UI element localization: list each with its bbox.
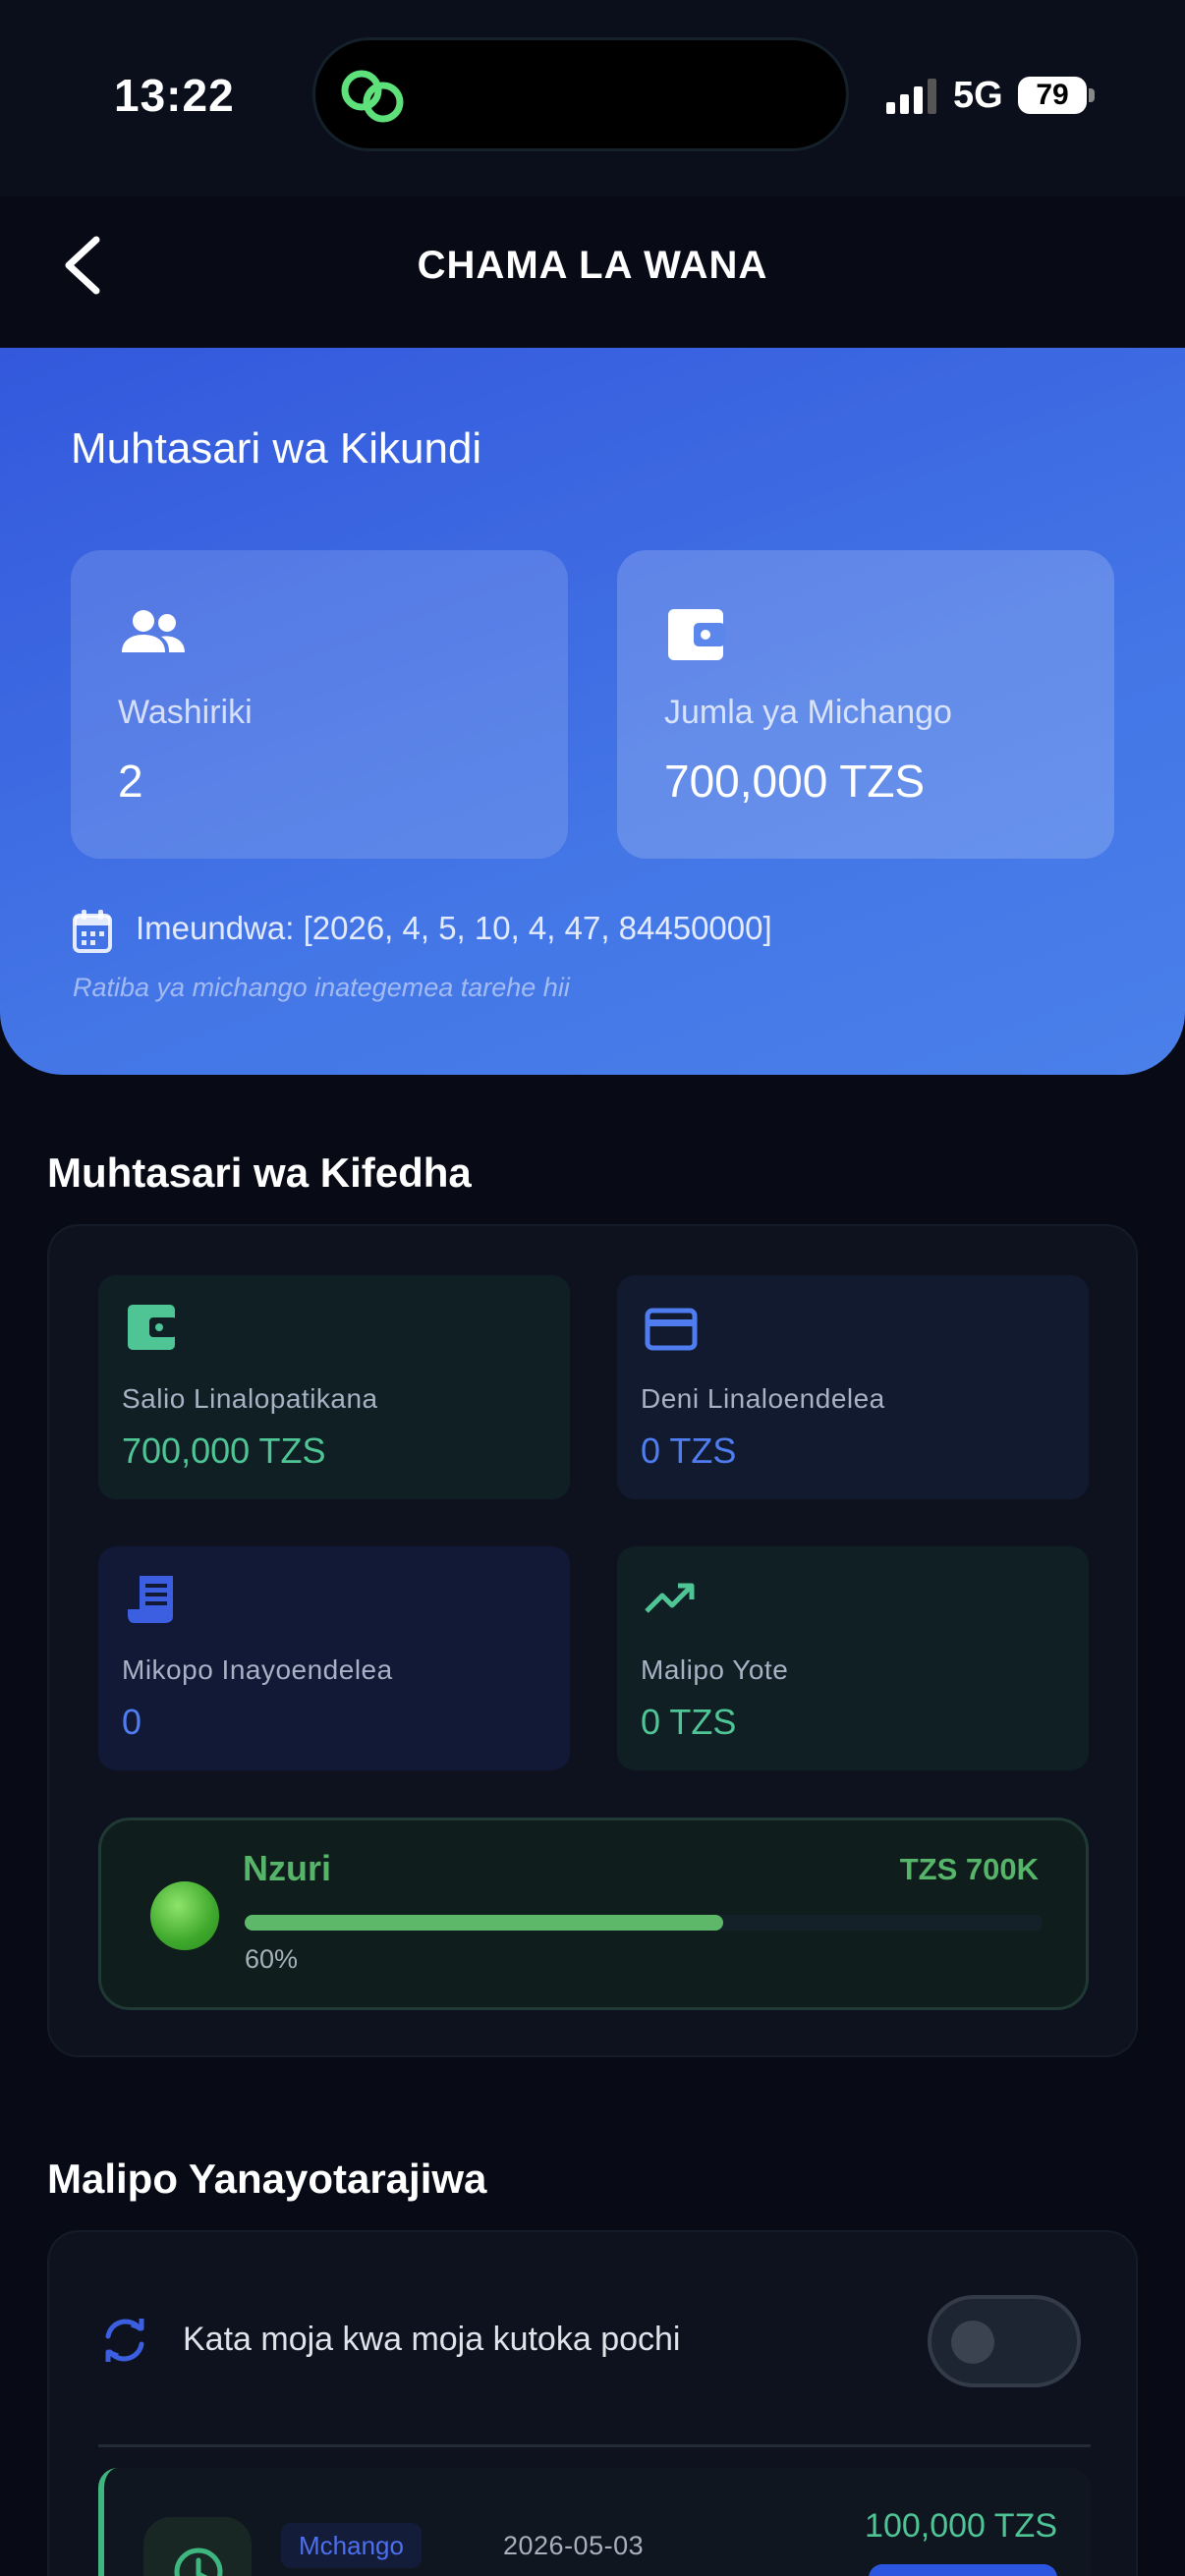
active-loans-tile: Mikopo Inayoendelea 0 — [98, 1546, 570, 1770]
page-title: CHAMA LA WANA — [417, 244, 768, 287]
payment-type-badge: Mchango — [281, 2523, 422, 2568]
clock-icon — [174, 2548, 223, 2576]
tile-value: 700,000 TZS — [122, 1430, 326, 1471]
network-type: 5G — [953, 75, 1003, 116]
total-payments-tile: Malipo Yote 0 TZS — [617, 1546, 1089, 1770]
group-summary-title: Muhtasari wa Kikundi — [71, 424, 482, 473]
battery-tip — [1089, 88, 1095, 102]
wallet-icon — [128, 1305, 177, 1350]
tile-value: 0 TZS — [641, 1430, 737, 1471]
trending-up-icon — [645, 1583, 695, 1613]
health-progress-bar — [245, 1915, 1043, 1931]
contributions-value: 700,000 TZS — [664, 756, 926, 807]
health-status: Nzuri — [243, 1848, 331, 1888]
divider — [98, 2444, 1091, 2447]
outstanding-debt-tile: Deni Linaloendelea 0 TZS — [617, 1275, 1089, 1499]
calendar-icon — [73, 910, 112, 953]
auto-deduct-row: Kata moja kwa moja kutoka pochi — [98, 2291, 1091, 2389]
receipt-icon — [128, 1576, 173, 1623]
credit-card-icon — [645, 1308, 698, 1351]
tile-value: 0 TZS — [641, 1702, 737, 1742]
people-icon — [122, 610, 185, 652]
dynamic-island — [312, 37, 849, 151]
battery-icon: 79 — [1018, 77, 1087, 114]
toggle-knob — [951, 2321, 994, 2364]
auto-deduct-toggle[interactable] — [928, 2295, 1081, 2387]
payment-item[interactable]: Mchango 2026-05-03 100,000 TZS — [98, 2468, 1091, 2576]
group-summary-card: Muhtasari wa Kikundi Washiriki 2 Jumla y… — [0, 348, 1185, 1075]
pay-button[interactable] — [869, 2564, 1057, 2576]
created-note: Ratiba ya michango inategemea tarehe hii — [73, 973, 570, 1002]
payment-date: 2026-05-03 — [503, 2531, 645, 2560]
financial-summary-title: Muhtasari wa Kifedha — [47, 1149, 472, 1196]
members-value: 2 — [118, 756, 143, 807]
financial-health-card: Nzuri TZS 700K 60% — [98, 1818, 1089, 2010]
members-label: Washiriki — [118, 694, 253, 731]
contributions-label: Jumla ya Michango — [664, 694, 952, 731]
tile-label: Deni Linaloendelea — [641, 1383, 885, 1414]
clock-icon-wrap — [143, 2517, 252, 2576]
health-progress-fill — [245, 1915, 724, 1931]
status-time: 13:22 — [114, 70, 235, 121]
created-label: Imeundwa: [2026, 4, 5, 10, 4, 47, 844500… — [136, 910, 772, 946]
tile-label: Mikopo Inayoendelea — [122, 1654, 393, 1685]
auto-deduct-label: Kata moja kwa moja kutoka pochi — [183, 2321, 681, 2358]
health-percent: 60% — [245, 1944, 299, 1974]
tile-label: Malipo Yote — [641, 1654, 789, 1685]
wallet-icon — [668, 609, 725, 660]
members-card: Washiriki 2 — [71, 550, 568, 859]
tile-label: Salio Linalopatikana — [122, 1383, 378, 1414]
upcoming-payments-title: Malipo Yanayotarajiwa — [47, 2156, 487, 2202]
tile-value: 0 — [122, 1702, 142, 1742]
signal-icon — [886, 79, 936, 114]
upcoming-payments-panel: Kata moja kwa moja kutoka pochi Mchango … — [47, 2230, 1138, 2576]
health-status-dot — [150, 1881, 219, 1950]
financial-summary-panel: Salio Linalopatikana 700,000 TZS Deni Li… — [47, 1224, 1138, 2057]
available-balance-tile: Salio Linalopatikana 700,000 TZS — [98, 1275, 570, 1499]
health-amount: TZS 700K — [899, 1852, 1039, 1886]
contributions-card: Jumla ya Michango 700,000 TZS — [617, 550, 1114, 859]
link-logo-icon — [341, 70, 404, 123]
status-bar: 13:22 5G 79 CHAMA LA WANA — [0, 0, 1185, 295]
payment-amount: 100,000 TZS — [865, 2507, 1057, 2545]
sync-icon — [105, 2319, 144, 2362]
